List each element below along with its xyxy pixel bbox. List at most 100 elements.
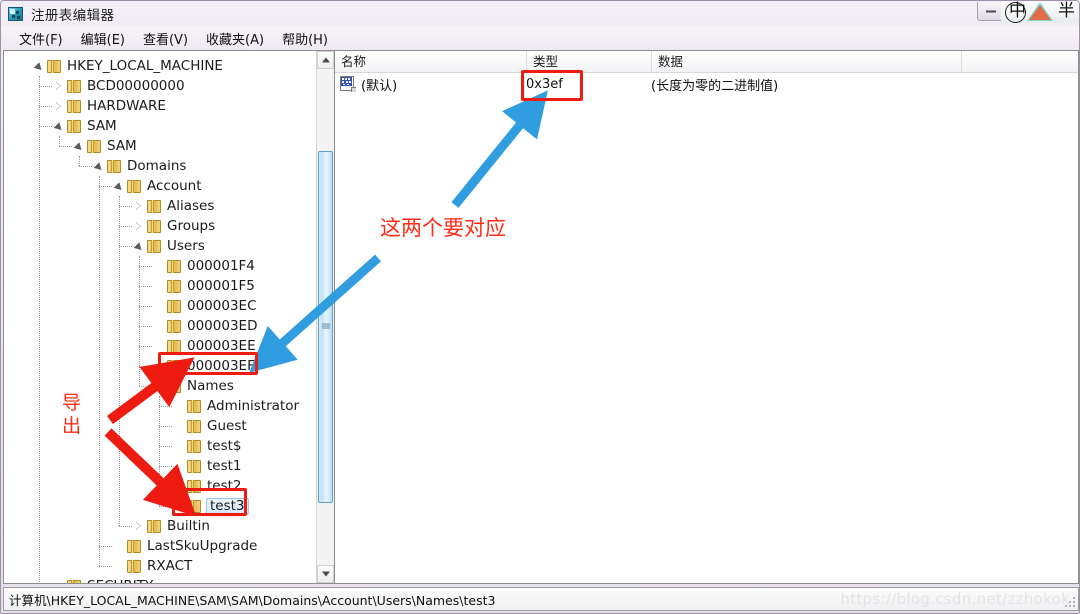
expand-triangle-icon[interactable] [54, 81, 65, 92]
folder-icon [107, 159, 122, 173]
tree-item-test-[interactable]: test$ [174, 436, 242, 456]
ime-mode-label: 中 [1009, 1, 1026, 21]
tree-item-label: 000001F4 [187, 257, 255, 274]
registry-tree[interactable]: HKEY_LOCAL_MACHINE BCD00000000 HARDWARE SAM… [4, 51, 314, 583]
expand-triangle-icon[interactable] [134, 521, 145, 532]
tree-item-security[interactable]: SECURITY [54, 576, 153, 584]
tree-item-bcd00000000[interactable]: BCD00000000 [54, 76, 185, 96]
tree-item-administrator[interactable]: Administrator [174, 396, 299, 416]
annotation-export-char-1: 导 [62, 392, 82, 414]
tree-item-sam[interactable]: SAM [54, 116, 117, 136]
tree-guide-tick [39, 106, 52, 107]
column-header-type[interactable]: 类型 [527, 51, 652, 72]
folder-icon [187, 459, 202, 473]
tree-item-label: Users [167, 237, 205, 254]
tree-item-test1[interactable]: test1 [174, 456, 242, 476]
tree-item-000003ed[interactable]: 000003ED [154, 316, 257, 336]
tree-guide-line [39, 76, 40, 583]
collapse-triangle-icon[interactable] [154, 381, 165, 392]
scroll-thumb[interactable] [318, 151, 333, 503]
tree-item-000001f4[interactable]: 000001F4 [154, 256, 255, 276]
status-bar: 计算机\HKEY_LOCAL_MACHINE\SAM\SAM\Domains\A… [3, 587, 1079, 611]
scroll-up-button[interactable] [317, 51, 334, 69]
tree-item-hardware[interactable]: HARDWARE [54, 96, 166, 116]
tree-item-domains[interactable]: Domains [94, 156, 186, 176]
tree-item-label: test$ [207, 437, 242, 454]
tree-item-users[interactable]: Users [134, 236, 205, 256]
folder-icon [67, 79, 82, 93]
menu-item-edit[interactable]: 编辑(E) [72, 27, 134, 50]
registry-values-pane[interactable]: 名称 类型 数据 (默认) 0x3ef (长度为零的二进制值) [334, 50, 1079, 584]
tree-item-label: SAM [107, 137, 137, 154]
column-header-extra[interactable] [962, 51, 1072, 72]
folder-icon [167, 299, 182, 313]
tree-item-hkey-local-machine[interactable]: HKEY_LOCAL_MACHINE [34, 56, 223, 76]
tree-guide-tick [119, 246, 132, 247]
tree-item-lastskuupgrade[interactable]: LastSkuUpgrade [114, 536, 257, 556]
ime-language-bar[interactable]: 中 半 [1001, 1, 1079, 23]
column-header-name[interactable]: 名称 [335, 51, 527, 72]
tree-guide-line [159, 396, 160, 506]
folder-icon [87, 139, 102, 153]
menu-item-view[interactable]: 查看(V) [134, 27, 197, 50]
menu-item-help[interactable]: 帮助(H) [273, 27, 337, 50]
collapse-triangle-icon[interactable] [94, 161, 105, 172]
tree-item-000003ec[interactable]: 000003EC [154, 296, 257, 316]
tree-guide-tick [119, 526, 132, 527]
folder-icon [167, 339, 182, 353]
expand-triangle-icon[interactable] [54, 101, 65, 112]
table-row[interactable]: (默认) 0x3ef (长度为零的二进制值) [335, 72, 1078, 96]
registry-editor-icon [7, 5, 25, 23]
menu-item-file[interactable]: 文件(F) [10, 27, 72, 50]
tree-item-label: SECURITY [87, 578, 153, 583]
tree-item-label: test1 [207, 457, 242, 474]
tree-item-rxact[interactable]: RXACT [114, 556, 192, 576]
annotation-correspond-note: 这两个要对应 [380, 216, 506, 240]
scroll-down-button[interactable] [317, 565, 334, 583]
tree-item-builtin[interactable]: Builtin [134, 516, 210, 536]
tree-item-guest[interactable]: Guest [174, 416, 247, 436]
tree-item-000001f5[interactable]: 000001F5 [154, 276, 255, 296]
collapse-triangle-icon[interactable] [34, 61, 45, 72]
tree-guide-line [59, 136, 60, 146]
registry-tree-pane[interactable]: HKEY_LOCAL_MACHINE BCD00000000 HARDWARE SAM… [3, 50, 334, 584]
tree-item-groups[interactable]: Groups [134, 216, 215, 236]
tree-item-account[interactable]: Account [114, 176, 202, 196]
tree-guide-tick [139, 386, 152, 387]
expand-triangle-icon[interactable] [134, 221, 145, 232]
collapse-triangle-icon[interactable] [114, 181, 125, 192]
expand-triangle-icon[interactable] [134, 201, 145, 212]
collapse-triangle-icon[interactable] [134, 241, 145, 252]
resize-grip[interactable] [1063, 595, 1075, 607]
folder-icon [147, 519, 162, 533]
menu-item-favorites[interactable]: 收藏夹(A) [197, 27, 273, 50]
folder-icon [187, 439, 202, 453]
redbox-key-test3 [172, 488, 247, 516]
folder-icon [187, 399, 202, 413]
column-header-data[interactable]: 数据 [652, 51, 962, 72]
tree-item-sam[interactable]: SAM [74, 136, 137, 156]
collapse-triangle-icon[interactable] [54, 121, 65, 132]
tree-item-aliases[interactable]: Aliases [134, 196, 214, 216]
tree-vertical-scrollbar[interactable] [316, 51, 334, 583]
content-area: HKEY_LOCAL_MACHINE BCD00000000 HARDWARE SAM… [3, 50, 1079, 584]
collapse-triangle-icon[interactable] [74, 141, 85, 152]
tree-guide-tick [139, 326, 152, 327]
tree-item-names[interactable]: Names [154, 376, 234, 396]
tree-guide-tick [159, 446, 172, 447]
tree-item-label: 000003ED [187, 317, 258, 334]
tree-item-label: LastSkuUpgrade [147, 537, 258, 554]
tree-guide-line [99, 176, 100, 566]
folder-icon [67, 119, 82, 133]
cell-value-data: (长度为零的二进制值) [651, 78, 779, 94]
ime-shape-icon [1029, 5, 1051, 20]
